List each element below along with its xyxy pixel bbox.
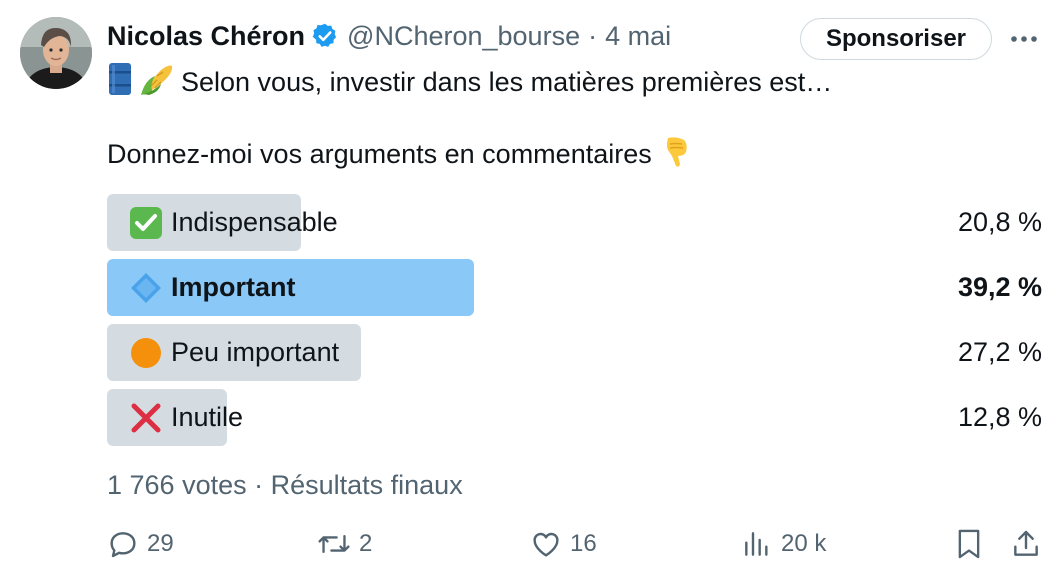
like-button[interactable]: 16: [530, 524, 597, 564]
share-button[interactable]: [1010, 524, 1050, 564]
more-options-icon[interactable]: [1004, 22, 1044, 56]
poll-option: Important 39,2 %: [107, 259, 1042, 316]
pointing-down-emoji: [662, 134, 690, 175]
reply-count: 29: [147, 530, 174, 557]
poll-option-percent: 27,2 %: [957, 337, 1042, 367]
views-chart-icon: [745, 532, 768, 556]
check-mark-emoji: [129, 206, 163, 240]
like-count: 16: [570, 530, 597, 557]
poll-option-percent: 39,2 %: [957, 272, 1042, 302]
tweet-date[interactable]: 4 mai: [605, 21, 671, 52]
corn-emoji: [139, 62, 175, 103]
cross-mark-emoji: [129, 401, 163, 435]
poll-option-percent: 12,8 %: [957, 402, 1042, 432]
verified-badge-icon: [311, 22, 339, 50]
heart-icon: [533, 532, 559, 557]
poll-option-label: Indispensable: [129, 194, 338, 251]
tweet-text-line-1: Selon vous, investir dans les matières p…: [107, 62, 832, 102]
orange-circle-emoji: [129, 336, 163, 370]
poll-option-text: Indispensable: [171, 207, 338, 237]
poll: Indispensable 20,8 % Important 39,2 % Peu im…: [107, 194, 1042, 454]
retweet-icon: [318, 534, 350, 554]
poll-option-text: Important: [171, 272, 296, 302]
poll-option-label: Inutile: [129, 389, 243, 446]
sponsor-button[interactable]: Sponsoriser: [800, 18, 992, 60]
poll-option-text: Peu important: [171, 337, 340, 367]
bookmark-button[interactable]: [953, 524, 993, 564]
bookmark-icon: [958, 529, 980, 559]
author-name[interactable]: Nicolas Chéron: [107, 21, 305, 52]
reply-icon: [110, 532, 136, 558]
tweet-text: Selon vous, investir dans les matières p…: [181, 66, 833, 97]
poll-option: Inutile 12,8 %: [107, 389, 1042, 446]
reply-button[interactable]: 29: [107, 524, 174, 564]
blue-diamond-emoji: [129, 271, 163, 305]
poll-option: Peu important 27,2 %: [107, 324, 1042, 381]
tweet-text: Donnez-moi vos arguments en commentaires: [107, 138, 652, 169]
tweet-actions: 29 2 16 20 k: [107, 524, 1042, 564]
tweet-text-line-2: Donnez-moi vos arguments en commentaires: [107, 134, 696, 174]
separator-dot: ·: [588, 20, 598, 51]
poll-option-label: Important: [129, 259, 296, 316]
views-count: 20 k: [781, 530, 827, 557]
author-handle[interactable]: @NCheron_bourse: [347, 21, 580, 52]
poll-option-label: Peu important: [129, 324, 339, 381]
poll-option: Indispensable 20,8 %: [107, 194, 1042, 251]
retweet-button[interactable]: 2: [317, 524, 372, 564]
poll-footer: 1 766 votes · Résultats finaux: [107, 469, 463, 500]
oil-barrel-emoji: [107, 62, 133, 103]
poll-option-percent: 20,8 %: [957, 207, 1042, 237]
tweet-header: Nicolas Chéron @NCheron_bourse · 4 mai: [107, 18, 671, 54]
avatar[interactable]: [20, 17, 92, 89]
retweet-count: 2: [359, 530, 373, 557]
poll-option-text: Inutile: [171, 402, 244, 432]
views-button[interactable]: 20 k: [741, 524, 826, 564]
share-icon: [1014, 530, 1038, 556]
